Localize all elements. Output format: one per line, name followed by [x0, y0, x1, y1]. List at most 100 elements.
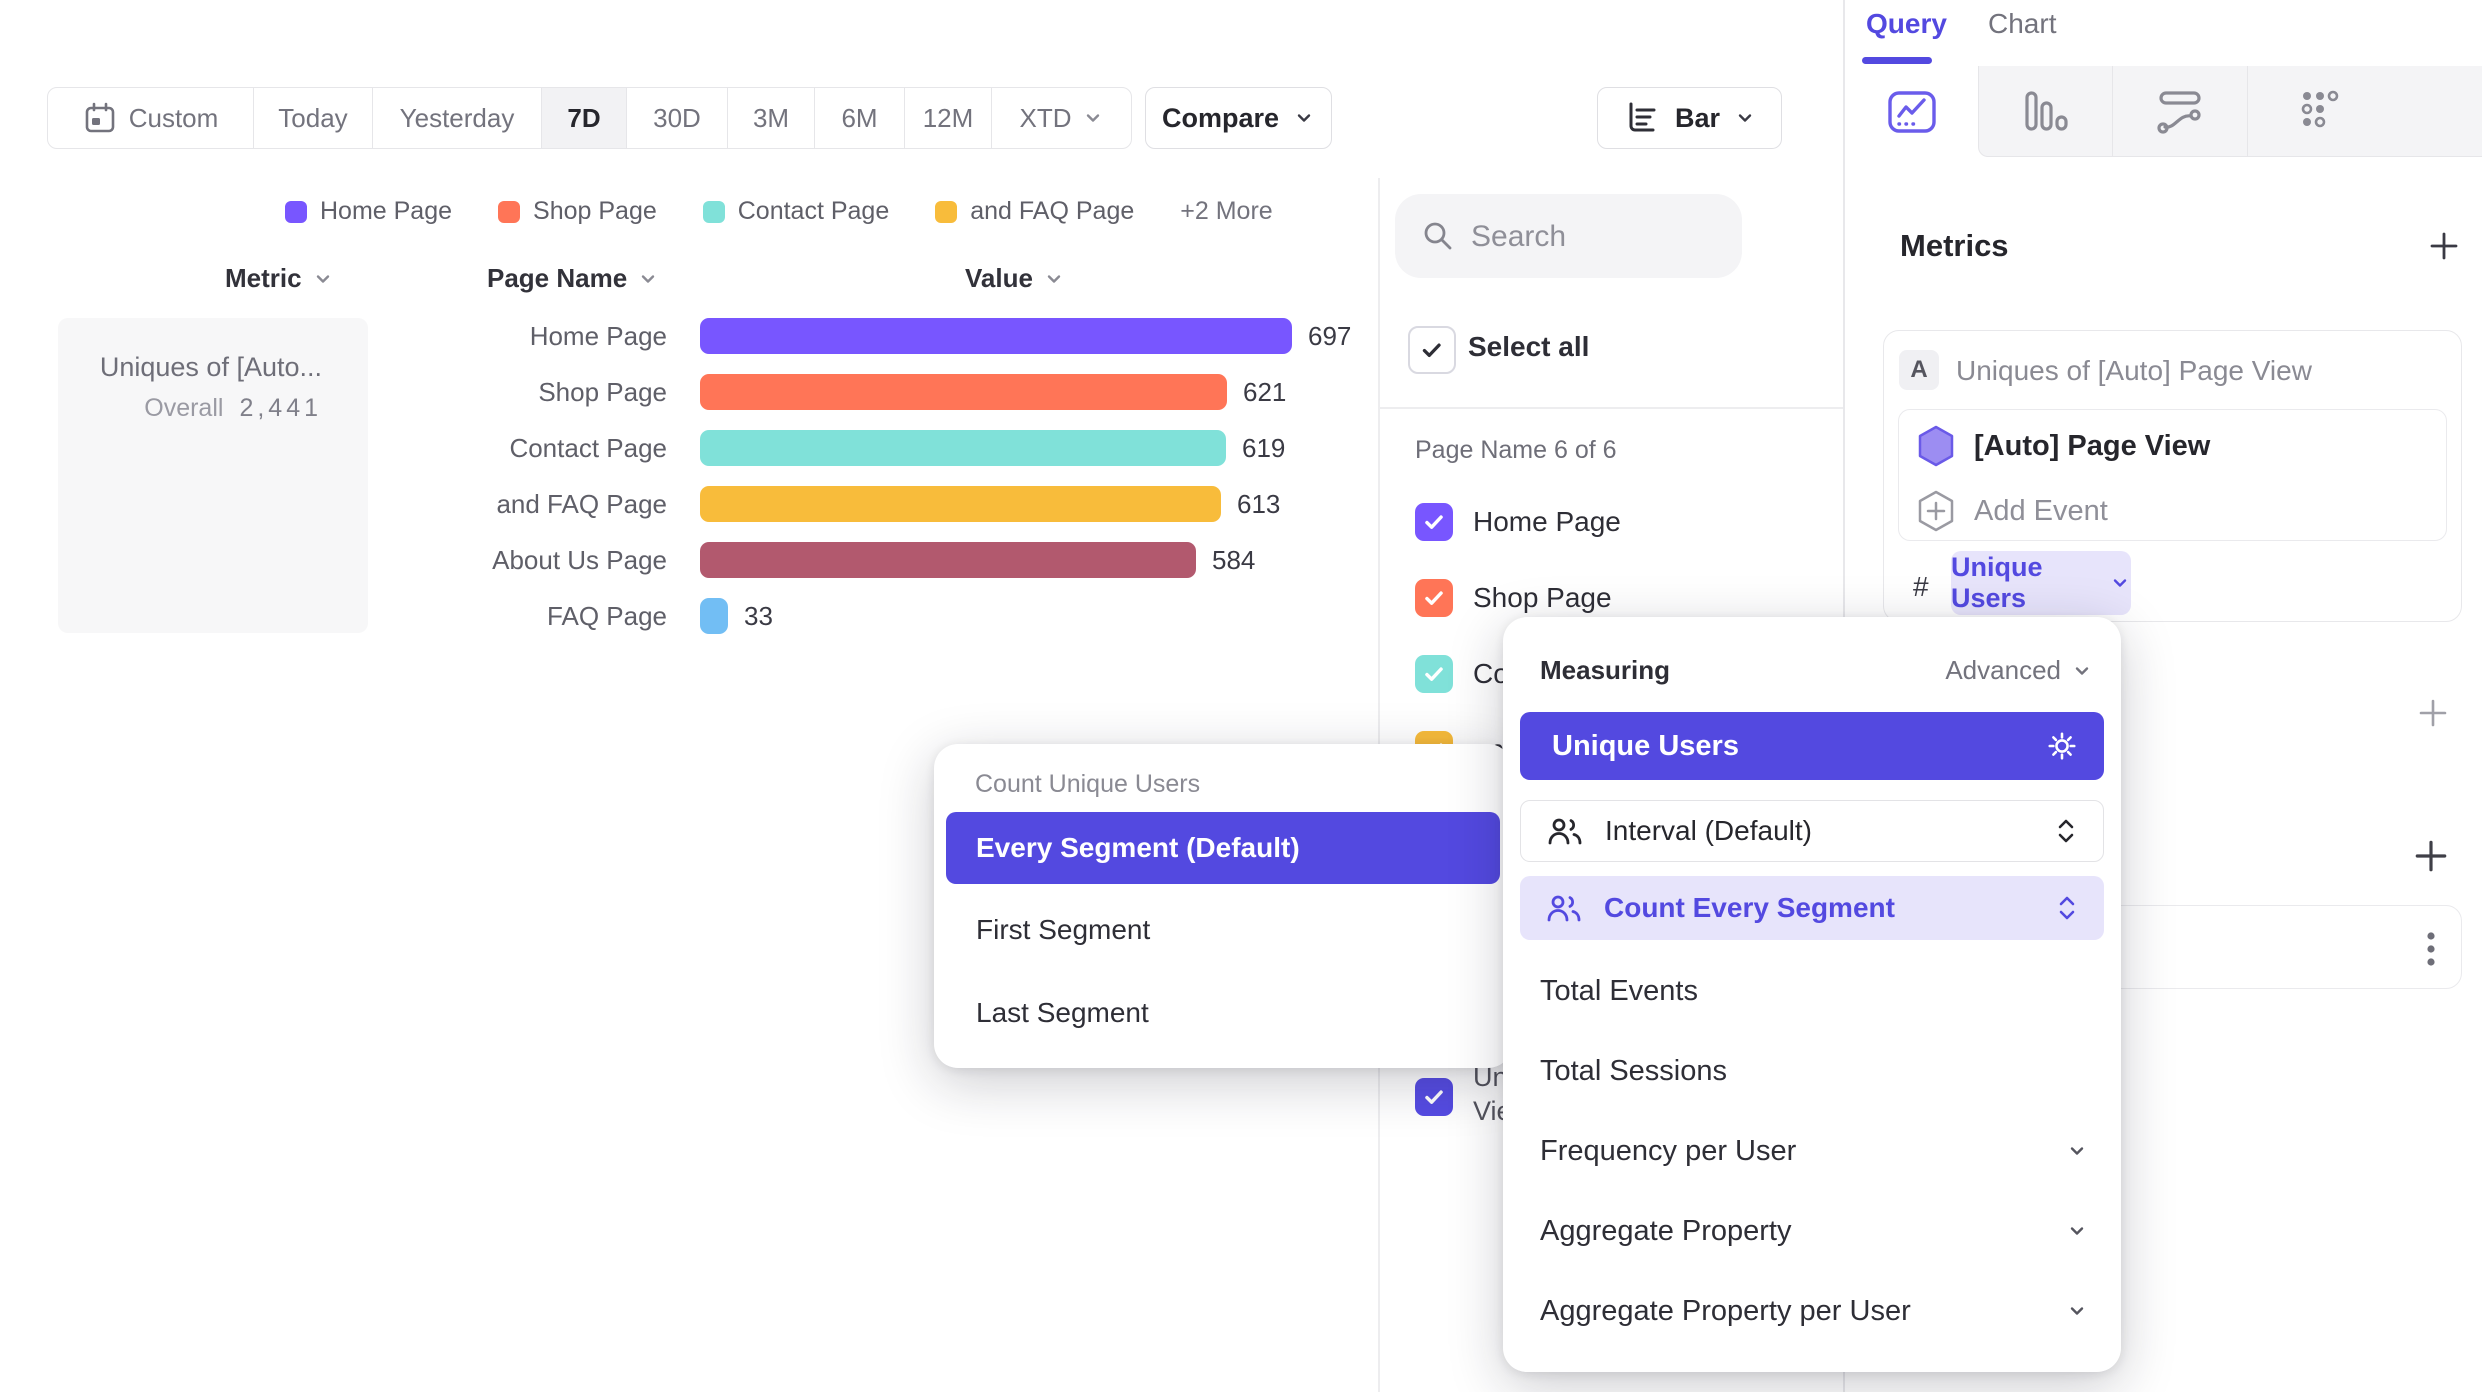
users-icon [1546, 893, 1582, 923]
bar-value: 584 [1212, 542, 1255, 578]
legend-swatch [285, 201, 307, 223]
analytics-app: CustomTodayYesterday7D30D3M6M12MXTD Comp… [0, 0, 2482, 1392]
event-name[interactable]: [Auto] Page View [1974, 430, 2210, 463]
date-range-12m[interactable]: 12M [905, 88, 992, 148]
chart-row: Shop Page 621 [0, 374, 1370, 410]
date-range-7d[interactable]: 7D [542, 88, 627, 148]
bar-label: Shop Page [0, 374, 667, 410]
event-card: [Auto] Page View Add Event [1898, 409, 2447, 541]
up-down-chevron-icon [2055, 816, 2077, 846]
more-options-icon[interactable] [2425, 930, 2437, 973]
measuring-option[interactable]: Aggregate Property [1540, 1203, 2084, 1259]
bar-chart-icon [1623, 100, 1661, 136]
bar-label: FAQ Page [0, 598, 667, 634]
date-range-custom[interactable]: Custom [48, 88, 254, 148]
checkbox-checked[interactable] [1415, 1078, 1453, 1116]
chevron-down-icon [637, 268, 659, 290]
add-filter-button[interactable] [2415, 695, 2451, 731]
count-option[interactable]: First Segment [976, 902, 1150, 958]
bar-value: 613 [1237, 486, 1280, 522]
bar[interactable] [700, 318, 1292, 354]
measuring-option[interactable]: Total Events [1540, 963, 2084, 1019]
column-header-page-name[interactable]: Page Name [487, 263, 659, 294]
tab-query[interactable]: Query [1866, 8, 1947, 40]
chart-row: About Us Page584 [0, 542, 1370, 578]
chart-type-button[interactable]: Bar [1597, 87, 1782, 149]
date-range-yesterday[interactable]: Yesterday [373, 88, 542, 148]
gear-icon[interactable] [2046, 730, 2078, 762]
metrics-section-title: Metrics [1900, 228, 2009, 264]
tab-funnels[interactable] [1978, 66, 2112, 157]
add-event-hexagon-icon [1917, 490, 1955, 537]
add-event-label[interactable]: Add Event [1974, 495, 2108, 528]
segment-search [1395, 194, 1742, 278]
bar[interactable] [700, 598, 728, 634]
bar-chart: Home Page697Shop Page621Contact Page619a… [0, 318, 1370, 658]
tab-flows[interactable] [2112, 66, 2247, 157]
chevron-down-icon [1043, 268, 1065, 290]
search-input[interactable] [1469, 194, 1723, 280]
bar[interactable] [700, 542, 1196, 578]
checkbox-checked[interactable] [1415, 503, 1453, 541]
tab-retention[interactable] [2247, 66, 2482, 157]
chevron-down-icon [1734, 107, 1756, 129]
legend-item[interactable]: Home Page [285, 197, 452, 226]
aggregation-prefix: # [1913, 571, 1929, 603]
chart-row: and FAQ Page613 [0, 486, 1370, 522]
metric-card: A Uniques of [Auto] Page View [Auto] Pag… [1883, 330, 2462, 622]
bar-value: 619 [1242, 430, 1285, 466]
legend-item[interactable]: Shop Page [498, 197, 657, 226]
popover-title: Count Unique Users [975, 770, 1200, 799]
bar[interactable] [700, 374, 1227, 410]
measuring-selected-option[interactable]: Unique Users [1520, 712, 2104, 780]
calendar-icon [83, 101, 117, 135]
date-range-6m[interactable]: 6M [815, 88, 905, 148]
date-range-today[interactable]: Today [254, 88, 373, 148]
measuring-param-row[interactable]: Count Every Segment [1520, 876, 2104, 940]
count-option[interactable]: Last Segment [976, 985, 1149, 1041]
legend-item[interactable]: and FAQ Page [935, 197, 1134, 226]
legend-swatch [703, 201, 725, 223]
active-tab-underline [1862, 57, 1932, 64]
measuring-option[interactable]: Total Sessions [1540, 1043, 2084, 1099]
divider [1378, 407, 1843, 409]
compare-button[interactable]: Compare [1145, 87, 1332, 149]
count-unique-users-popover: Count Unique Users Every Segment (Defaul… [934, 744, 1512, 1068]
checkbox-checked[interactable] [1415, 579, 1453, 617]
check-icon [1419, 337, 1445, 363]
checkbox-checked[interactable] [1415, 655, 1453, 693]
advanced-toggle[interactable]: Advanced [1945, 655, 2093, 686]
chart-type-label: Bar [1675, 103, 1720, 134]
add-breakdown-button[interactable] [2412, 837, 2450, 875]
select-all-label: Select all [1468, 331, 1589, 363]
tab-insights[interactable] [1845, 66, 1978, 157]
bar-value: 33 [744, 598, 773, 634]
measuring-param-row[interactable]: Interval (Default) [1520, 800, 2104, 862]
metric-letter-badge: A [1899, 350, 1939, 390]
measuring-option[interactable]: Aggregate Property per User [1540, 1283, 2084, 1339]
bar-label: Contact Page [0, 430, 667, 466]
bar[interactable] [700, 430, 1226, 466]
up-down-chevron-icon [2056, 893, 2078, 923]
add-metric-button[interactable] [2426, 228, 2462, 264]
legend-swatch [935, 201, 957, 223]
legend-item[interactable]: Contact Page [703, 197, 890, 226]
tab-chart[interactable]: Chart [1988, 8, 2056, 40]
column-header-metric[interactable]: Metric [225, 263, 334, 294]
measuring-option[interactable]: Frequency per User [1540, 1123, 2084, 1179]
date-range-30d[interactable]: 30D [627, 88, 728, 148]
date-range-3m[interactable]: 3M [728, 88, 815, 148]
bar-value: 621 [1243, 374, 1286, 410]
aggregation-pill[interactable]: Unique Users [1951, 551, 2131, 615]
select-all-checkbox[interactable] [1408, 326, 1456, 374]
metric-card-title: Uniques of [Auto] Page View [1956, 355, 2312, 387]
chevron-down-icon [2071, 660, 2093, 682]
column-header-value[interactable]: Value [965, 263, 1065, 294]
legend-more[interactable]: +2 More [1180, 197, 1272, 226]
users-icon [1547, 816, 1583, 846]
count-option-selected[interactable]: Every Segment (Default) [946, 812, 1500, 884]
event-hexagon-icon [1917, 425, 1955, 472]
bar-label: Home Page [0, 318, 667, 354]
date-range-xtd[interactable]: XTD [992, 88, 1131, 148]
bar[interactable] [700, 486, 1221, 522]
